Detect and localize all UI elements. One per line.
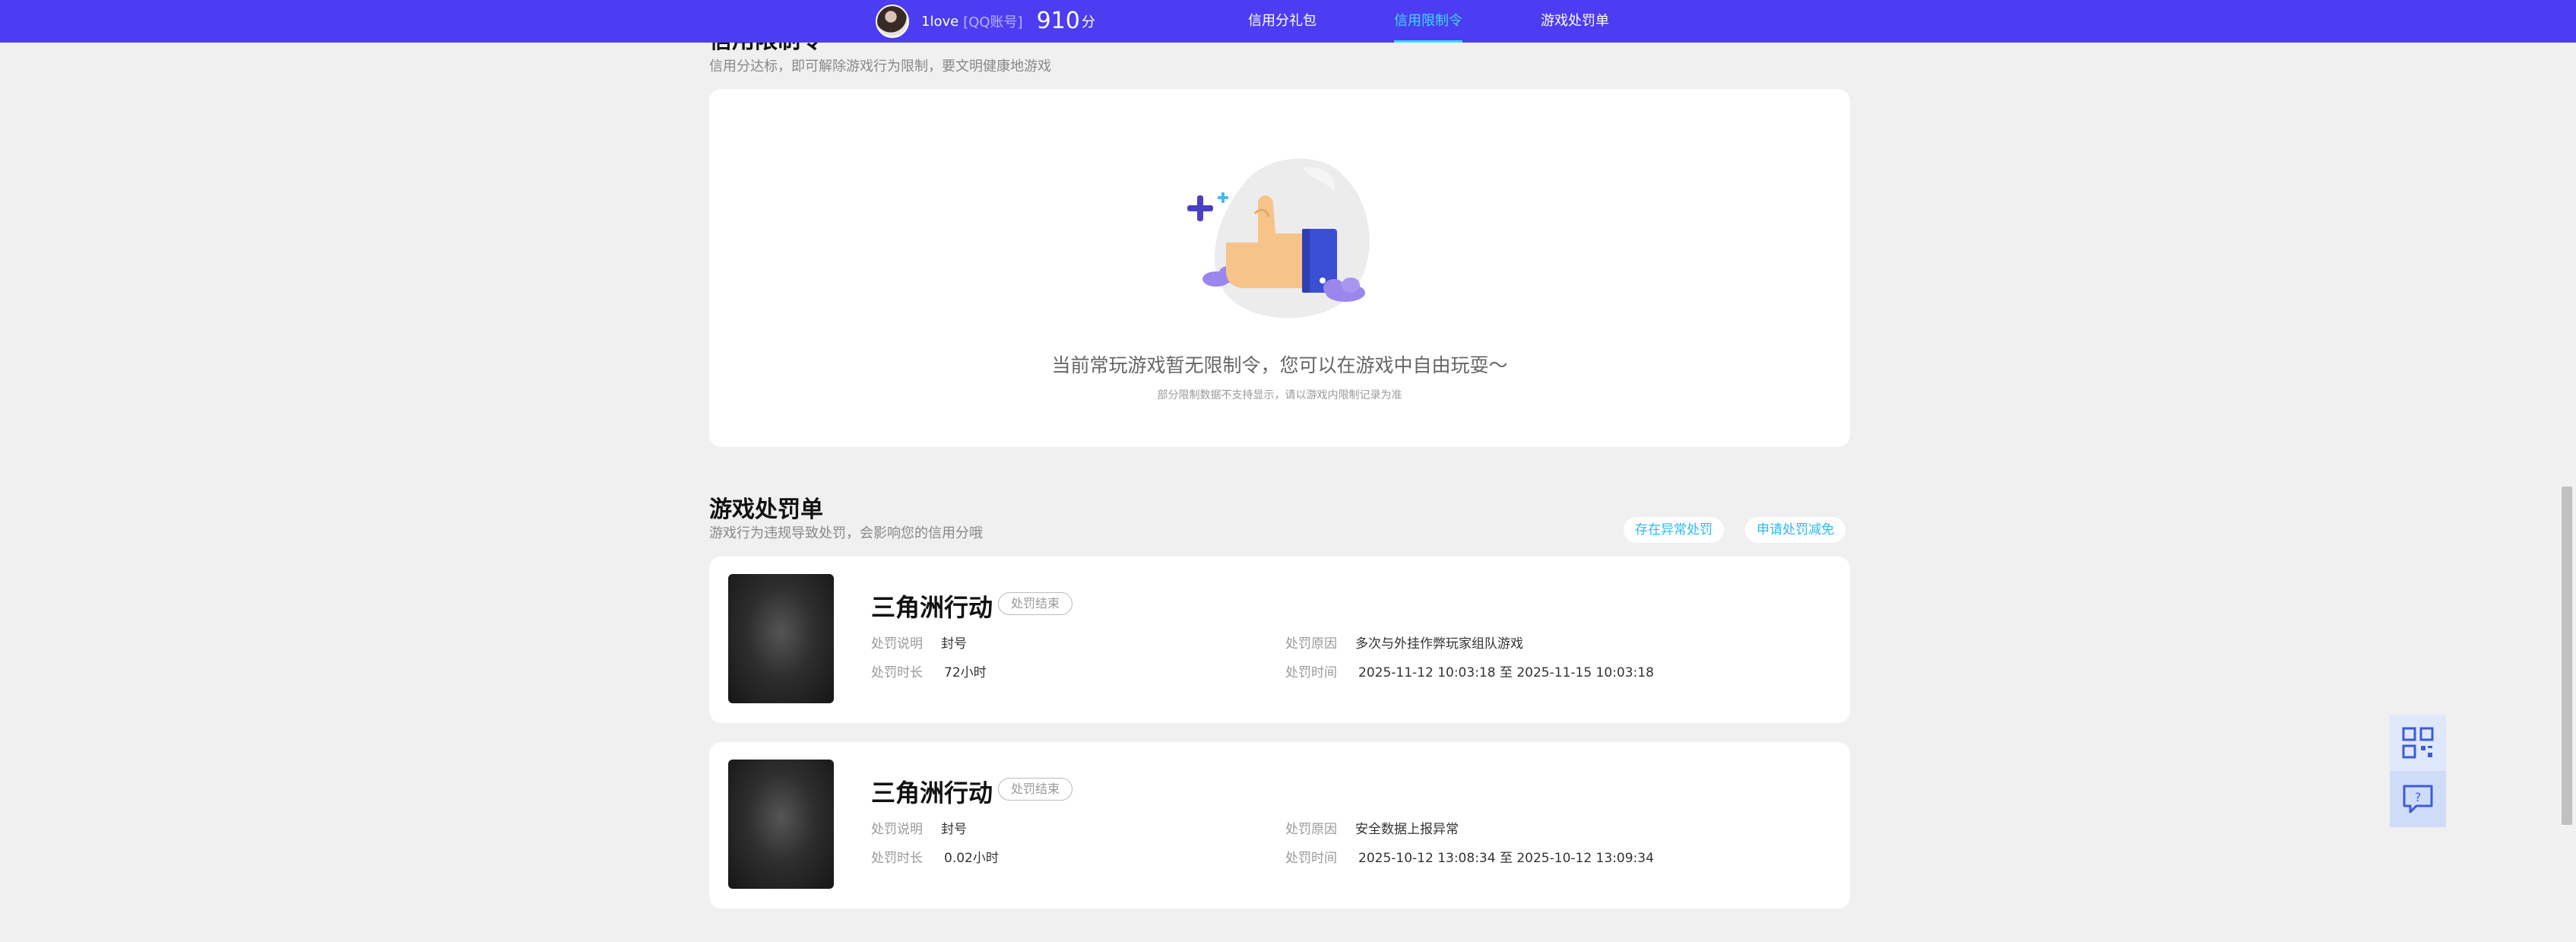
penalty-time-value: 2025-10-12 13:08:34 至 2025-10-12 13:09:3… — [1358, 851, 1654, 866]
credit-score: 910 — [1036, 8, 1080, 34]
nav-credit-gift[interactable]: 信用分礼包 — [1248, 0, 1317, 43]
empty-restriction-message: 当前常玩游戏暂无限制令，您可以在游戏中自由玩耍～ — [1051, 354, 1508, 376]
penalty-desc-label: 处罚说明 — [871, 822, 923, 837]
penalty-desc-label: 处罚说明 — [871, 636, 923, 652]
thumbs-up-illustration — [1187, 158, 1370, 319]
penalty-reason-value: 多次与外挂作弊玩家组队游戏 — [1355, 636, 1523, 652]
penalty-duration-label: 处罚时长 — [871, 665, 923, 680]
scrollbar-thumb[interactable] — [2562, 487, 2572, 825]
restriction-empty-card: 当前常玩游戏暂无限制令，您可以在游戏中自由玩耍～ 部分限制数据不支持显示，请以游… — [709, 89, 1850, 447]
qrcode-icon — [2402, 727, 2434, 759]
game-name: 三角洲行动 — [871, 779, 993, 807]
account-type: [QQ账号] — [963, 14, 1023, 30]
penalty-status-badge: 处罚结束 — [998, 778, 1073, 801]
user-info: 1love [QQ账号] 910 分 — [876, 3, 1095, 40]
penalty-card[interactable]: 三角洲行动 处罚结束 处罚说明 封号 处罚时长 72小时 处罚原因 多次与外挂作… — [709, 557, 1850, 723]
penalty-time-label: 处罚时间 — [1285, 665, 1337, 680]
abnormal-penalty-button[interactable]: 存在异常处罚 — [1624, 517, 1724, 543]
user-avatar[interactable] — [876, 5, 909, 38]
svg-text:?: ? — [2415, 790, 2422, 804]
game-cover-image — [728, 760, 834, 889]
username: 1love — [921, 13, 959, 30]
penalty-reason-label: 处罚原因 — [1285, 822, 1337, 837]
top-nav-bar: 1love [QQ账号] 910 分 信用分礼包 信用限制令 游戏处罚单 — [0, 0, 2576, 43]
penalty-reason-label: 处罚原因 — [1285, 636, 1337, 652]
nav-game-penalty[interactable]: 游戏处罚单 — [1541, 0, 1609, 43]
penalty-desc-value: 封号 — [941, 636, 967, 652]
penalty-card[interactable]: 三角洲行动 处罚结束 处罚说明 封号 处罚时长 0.02小时 处罚原因 安全数据… — [709, 742, 1850, 909]
penalty-status-badge: 处罚结束 — [998, 592, 1073, 615]
question-chat-icon: ? — [2403, 785, 2433, 814]
penalty-reason-value: 安全数据上报异常 — [1355, 822, 1459, 837]
penalty-time-value: 2025-11-12 10:03:18 至 2025-11-15 10:03:1… — [1358, 665, 1654, 680]
game-name: 三角洲行动 — [871, 593, 993, 622]
game-cover-image — [728, 574, 834, 703]
penalty-time-label: 处罚时间 — [1285, 851, 1337, 866]
penalty-section-title: 游戏处罚单 — [709, 496, 823, 523]
empty-restriction-note: 部分限制数据不支持显示，请以游戏内限制记录为准 — [1157, 389, 1402, 401]
nav-credit-restriction[interactable]: 信用限制令 — [1394, 0, 1462, 43]
qrcode-button[interactable] — [2390, 715, 2446, 771]
feedback-button[interactable]: ? — [2390, 771, 2446, 827]
restriction-section-subtitle: 信用分达标，即可解除游戏行为限制，要文明健康地游戏 — [709, 59, 1051, 75]
penalty-duration-label: 处罚时长 — [871, 851, 923, 866]
penalty-section-subtitle: 游戏行为违规导致处罚，会影响您的信用分哦 — [709, 525, 983, 541]
credit-score-unit: 分 — [1081, 14, 1095, 30]
penalty-duration-value: 72小时 — [944, 665, 987, 680]
penalty-desc-value: 封号 — [941, 822, 967, 837]
penalty-duration-value: 0.02小时 — [944, 851, 999, 866]
apply-penalty-reduction-button[interactable]: 申请处罚减免 — [1745, 517, 1846, 543]
